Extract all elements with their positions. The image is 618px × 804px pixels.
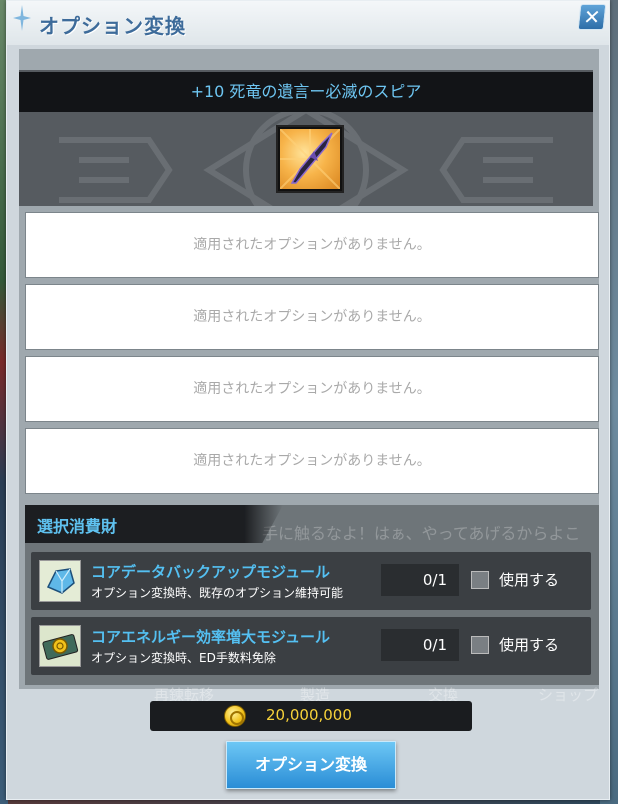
consumable-count: 0/1 [381,629,459,661]
use-checkbox-label[interactable]: 使用する [499,634,559,655]
close-icon: ✕ [582,5,602,29]
sparkle-icon [13,5,31,31]
coin-ticket-icon [39,625,81,667]
use-checkbox[interactable] [471,636,489,654]
consumable-title: コアエネルギー効率増大モジュール [91,628,330,646]
option-slot-2: 適用されたオプションがありません。 [25,284,599,350]
cost-bar: 20,000,000 [150,701,472,731]
close-button[interactable]: ✕ [577,4,607,30]
option-exchange-button[interactable]: オプション変換 [226,741,396,789]
item-name: +10 死竜の遺言ー必滅のスピア [19,72,593,112]
background-dialog-text: 手に触るなよ！はぁ、やってあげるからよこ [262,524,581,543]
item-panel: +10 死竜の遺言ー必滅のスピア [19,70,593,206]
consumables-header-label: 選択消費財 [37,517,118,536]
option-slot-3: 適用されたオプションがありません。 [25,356,599,422]
option-slot-4: 適用されたオプションがありません。 [25,428,599,494]
window-title: オプション変換 [39,14,186,38]
option-slot-1: 適用されたオプションがありません。 [25,212,599,278]
background-tab: ショップ [538,686,599,704]
use-checkbox-label[interactable]: 使用する [499,569,559,590]
consumables-header: 選択消費財 [25,505,283,543]
ed-coin-icon [224,705,246,727]
title-bar: オプション変換 ✕ [7,1,609,45]
crystal-module-icon [39,560,81,602]
consumable-title: コアデータバックアップモジュール [91,563,330,581]
spear-icon [280,129,340,189]
cost-value: 20,000,000 [266,706,352,724]
item-icon-slot[interactable] [276,125,344,193]
use-checkbox[interactable] [471,571,489,589]
consumable-desc: オプション変換時、ED手数料免除 [91,651,276,665]
consumable-count: 0/1 [381,564,459,596]
consumable-desc: オプション変換時、既存のオプション維持可能 [91,586,344,600]
consumable-row-1: コアデータバックアップモジュール オプション変換時、既存のオプション維持可能 0… [31,552,591,610]
consumable-row-2: コアエネルギー効率増大モジュール オプション変換時、ED手数料免除 0/1 使用… [31,617,591,675]
